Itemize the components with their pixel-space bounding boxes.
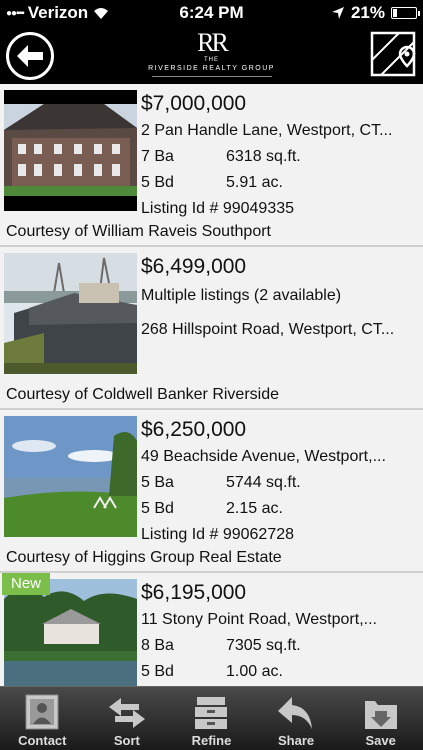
carrier-name: Verizon <box>27 3 89 22</box>
listing-id: Listing Id # 99049335 <box>141 200 295 217</box>
listing-info: $6,499,000 Multiple listings (2 availabl… <box>141 253 419 343</box>
listing-item[interactable]: $7,000,000 2 Pan Handle Lane, Westport, … <box>0 84 423 247</box>
carrier-info: ●●▪▪▪ Verizon <box>6 3 110 23</box>
nav-bar: RR THE RIVERSIDE REALTY GROUP <box>0 26 423 84</box>
logo-name: RIVERSIDE REALTY GROUP <box>148 65 275 72</box>
logo-rule <box>151 76 272 77</box>
sort-arrows-icon <box>108 698 145 728</box>
status-bar: ●●▪▪▪ Verizon 6:24 PM 21% <box>0 0 423 26</box>
logo-mark: RR <box>197 28 229 57</box>
new-badge: New <box>2 573 50 595</box>
listing-id: Listing Id # 99062728 <box>141 526 295 543</box>
listing-beds: 5 Bd <box>141 500 174 517</box>
listing-acres: 1.00 ac. <box>226 663 283 680</box>
listing-acres: 5.91 ac. <box>226 174 283 191</box>
bottom-toolbar: Contact Sort Refine Share Save <box>0 686 423 750</box>
sort-button[interactable]: Sort <box>87 687 167 750</box>
listing-photo <box>4 253 137 374</box>
listing-price: $7,000,000 <box>141 92 247 115</box>
signal-icon: ●●▪▪▪ <box>6 7 25 19</box>
save-folder-icon <box>364 701 397 729</box>
share-button[interactable]: Share <box>256 687 336 750</box>
listing-courtesy: Courtesy of Higgins Group Real Estate <box>6 549 282 566</box>
refine-button[interactable]: Refine <box>171 687 251 750</box>
listing-item[interactable]: $6,499,000 Multiple listings (2 availabl… <box>0 247 423 410</box>
listing-sqft: 6318 sq.ft. <box>226 148 301 165</box>
listing-sqft: 5744 sq.ft. <box>226 474 301 491</box>
contact-label: Contact <box>18 733 67 748</box>
listing-acres: 2.15 ac. <box>226 500 283 517</box>
location-arrow-icon <box>331 7 344 19</box>
listing-info: $6,250,000 49 Beachside Avenue, Westport… <box>141 416 419 548</box>
filing-cabinet-icon <box>195 697 228 729</box>
share-arrow-icon <box>278 697 313 729</box>
listing-address: 268 Hillspoint Road, Westport, CT... <box>141 321 395 338</box>
logo-the: THE <box>204 57 219 63</box>
share-label: Share <box>278 733 315 748</box>
battery-percent: 21% <box>350 3 385 22</box>
listing-multiple: Multiple listings (2 available) <box>141 287 342 304</box>
listing-photo <box>4 579 137 686</box>
contact-button[interactable]: Contact <box>2 687 82 750</box>
listing-baths: 8 Ba <box>141 637 174 654</box>
listing-photo <box>4 416 137 537</box>
listing-beds: 5 Bd <box>141 663 174 680</box>
listing-baths: 5 Ba <box>141 474 174 491</box>
listing-address: 11 Stony Point Road, Westport,... <box>141 611 377 628</box>
listing-address: 2 Pan Handle Lane, Westport, CT... <box>141 122 393 139</box>
save-label: Save <box>365 733 396 748</box>
listing-beds: 5 Bd <box>141 174 174 191</box>
listing-item[interactable]: New $6,195,000 11 Stony Point Road, West… <box>0 573 423 686</box>
listing-sqft: 7305 sq.ft. <box>226 637 301 654</box>
listing-photo <box>4 90 137 211</box>
listing-baths: 7 Ba <box>141 148 174 165</box>
wifi-icon <box>94 8 109 19</box>
map-icon <box>370 31 416 77</box>
brand-logo: RR THE RIVERSIDE REALTY GROUP <box>0 30 423 77</box>
refine-label: Refine <box>191 733 232 748</box>
listing-address: 49 Beachside Avenue, Westport,... <box>141 448 386 465</box>
contact-card-icon <box>25 694 59 730</box>
listing-info: $7,000,000 2 Pan Handle Lane, Westport, … <box>141 90 419 222</box>
battery-icon <box>391 7 420 19</box>
listing-info: $6,195,000 11 Stony Point Road, Westport… <box>141 579 419 685</box>
map-button[interactable] <box>369 30 417 78</box>
listing-courtesy: Courtesy of Coldwell Banker Riverside <box>6 386 279 403</box>
listing-courtesy: Courtesy of William Raveis Southport <box>6 223 271 240</box>
save-button[interactable]: Save <box>341 687 421 750</box>
listing-price: $6,195,000 <box>141 581 247 604</box>
listings-list[interactable]: $7,000,000 2 Pan Handle Lane, Westport, … <box>0 84 423 686</box>
listing-item[interactable]: $6,250,000 49 Beachside Avenue, Westport… <box>0 410 423 573</box>
listing-price: $6,499,000 <box>141 255 247 278</box>
listing-price: $6,250,000 <box>141 418 247 441</box>
sort-label: Sort <box>113 733 140 748</box>
